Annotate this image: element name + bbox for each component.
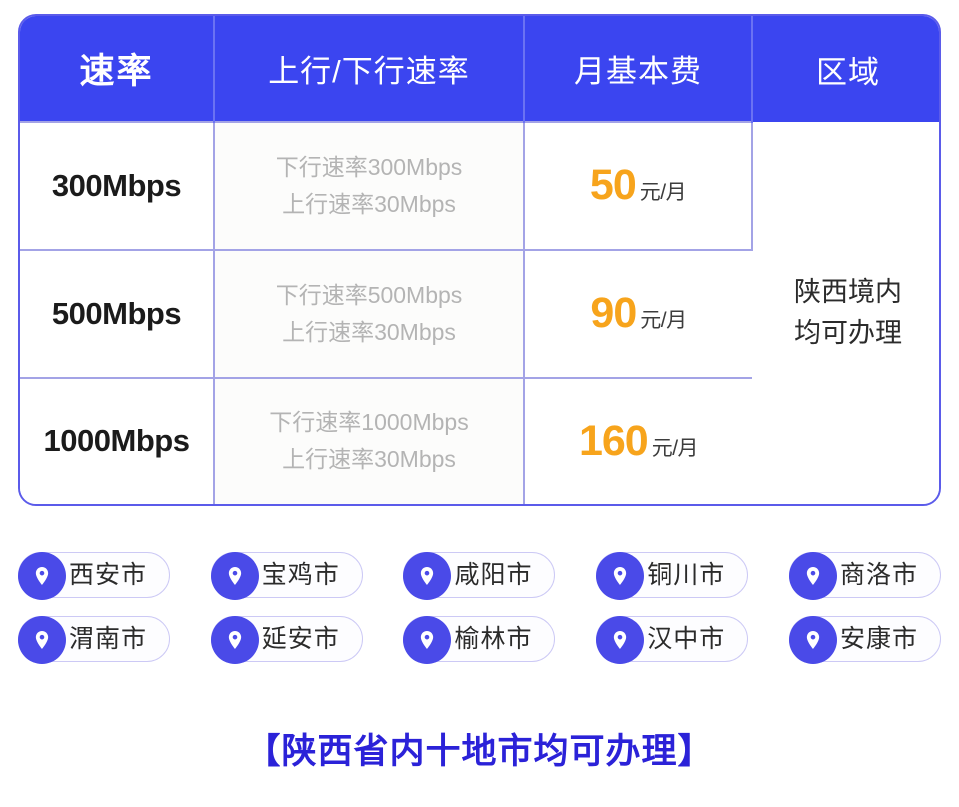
table-row: 300Mbps 下行速率300Mbps 上行速率30Mbps 50 元/月 陕西境… bbox=[20, 121, 939, 504]
column-header-region: 区域 bbox=[752, 16, 939, 122]
city-pill-weinan[interactable]: 渭南市 bbox=[18, 616, 171, 664]
location-pin-icon bbox=[596, 552, 645, 600]
location-pin-icon bbox=[18, 616, 66, 664]
price-value: 90 bbox=[590, 289, 637, 338]
rate-detail-upstream: 上行速率30Mbps bbox=[282, 318, 456, 345]
rate-detail-downstream: 下行速率1000Mbps bbox=[269, 409, 469, 436]
cell-speed: 1000Mbps bbox=[20, 376, 215, 504]
city-row-2: 渭南市 延安市 榆林市 汉中市 安康市 bbox=[18, 616, 941, 664]
rate-detail-downstream: 下行速率500Mbps bbox=[275, 281, 463, 308]
rate-detail-upstream: 上行速率30Mbps bbox=[282, 446, 456, 473]
cell-price: 90 元/月 bbox=[524, 248, 752, 378]
cell-price: 50 元/月 bbox=[524, 121, 753, 250]
location-pin-icon bbox=[403, 552, 452, 600]
location-pin-icon bbox=[596, 616, 645, 664]
table-header: 速率 上行/下行速率 月基本费 区域 bbox=[20, 16, 939, 122]
location-pin-icon bbox=[788, 616, 837, 664]
footer-note: 【陕西省内十地市均可办理】 bbox=[245, 732, 714, 771]
city-pill-label: 安康市 bbox=[839, 624, 918, 653]
price-value: 160 bbox=[578, 416, 649, 465]
price-unit: 元/月 bbox=[640, 309, 687, 333]
cell-price: 160 元/月 bbox=[524, 376, 752, 504]
price-unit: 元/月 bbox=[639, 181, 687, 205]
region-line-1: 陕西境内 bbox=[794, 276, 902, 307]
city-pill-yanan[interactable]: 延安市 bbox=[210, 616, 363, 664]
city-pill-label: 咸阳市 bbox=[454, 560, 533, 589]
city-pill-label: 榆林市 bbox=[454, 624, 533, 653]
city-pill-label: 渭南市 bbox=[69, 624, 148, 653]
location-pin-icon bbox=[210, 616, 259, 664]
rate-detail-downstream: 下行速率300Mbps bbox=[275, 153, 463, 180]
cell-rate-detail: 下行速率300Mbps 上行速率30Mbps bbox=[214, 121, 525, 250]
city-pill-label: 宝鸡市 bbox=[261, 560, 340, 589]
location-pin-icon bbox=[18, 552, 66, 600]
price-unit: 元/月 bbox=[651, 436, 699, 460]
city-pill-yulin[interactable]: 榆林市 bbox=[403, 616, 556, 664]
cell-rate-detail: 下行速率1000Mbps 上行速率30Mbps bbox=[214, 376, 525, 504]
column-header-monthly-fee: 月基本费 bbox=[524, 16, 753, 122]
pricing-table: 速率 上行/下行速率 月基本费 区域 300Mbps 下行速率300Mbps 上… bbox=[20, 16, 939, 504]
city-pill-hanzhong[interactable]: 汉中市 bbox=[596, 616, 749, 664]
city-pill-label: 西安市 bbox=[69, 560, 148, 589]
city-pill-xianyang[interactable]: 咸阳市 bbox=[403, 552, 556, 600]
location-pin-icon bbox=[210, 552, 259, 600]
header-row: 速率 上行/下行速率 月基本费 区域 bbox=[20, 16, 939, 122]
cell-rate-detail: 下行速率500Mbps 上行速率30Mbps bbox=[214, 248, 525, 378]
city-pill-label: 延安市 bbox=[261, 624, 340, 653]
promo-page: 速率 上行/下行速率 月基本费 区域 300Mbps 下行速率300Mbps 上… bbox=[0, 0, 959, 807]
table-body: 300Mbps 下行速率300Mbps 上行速率30Mbps 50 元/月 陕西境… bbox=[20, 121, 939, 504]
location-pin-icon bbox=[403, 616, 452, 664]
region-line-2: 均可办理 bbox=[794, 318, 902, 348]
city-pill-tongchuan[interactable]: 铜川市 bbox=[596, 552, 749, 600]
location-pin-icon bbox=[788, 552, 837, 600]
city-pill-label: 铜川市 bbox=[647, 560, 726, 589]
city-pill-label: 汉中市 bbox=[647, 624, 726, 653]
column-header-up-down-rate: 上行/下行速率 bbox=[214, 16, 525, 122]
column-header-speed: 速率 bbox=[20, 16, 215, 122]
cell-region: 陕西境内 均可办理 bbox=[752, 122, 939, 504]
city-pill-shangluo[interactable]: 商洛市 bbox=[788, 552, 941, 600]
pricing-table-container: 速率 上行/下行速率 月基本费 区域 300Mbps 下行速率300Mbps 上… bbox=[18, 14, 941, 506]
city-row-1: 西安市 宝鸡市 咸阳市 铜川市 商洛市 bbox=[18, 552, 941, 600]
rate-detail-upstream: 上行速率30Mbps bbox=[282, 190, 456, 217]
city-pill-baoji[interactable]: 宝鸡市 bbox=[210, 552, 363, 600]
cell-speed: 500Mbps bbox=[20, 248, 215, 378]
price-value: 50 bbox=[589, 161, 637, 210]
city-pill-ankang[interactable]: 安康市 bbox=[788, 616, 941, 664]
cell-speed: 300Mbps bbox=[20, 121, 215, 250]
city-pill-xian[interactable]: 西安市 bbox=[18, 552, 171, 600]
city-list: 西安市 宝鸡市 咸阳市 铜川市 商洛市 渭南市 延安市 榆林市 汉中市 安康市 bbox=[18, 552, 941, 680]
city-pill-label: 商洛市 bbox=[839, 560, 918, 589]
